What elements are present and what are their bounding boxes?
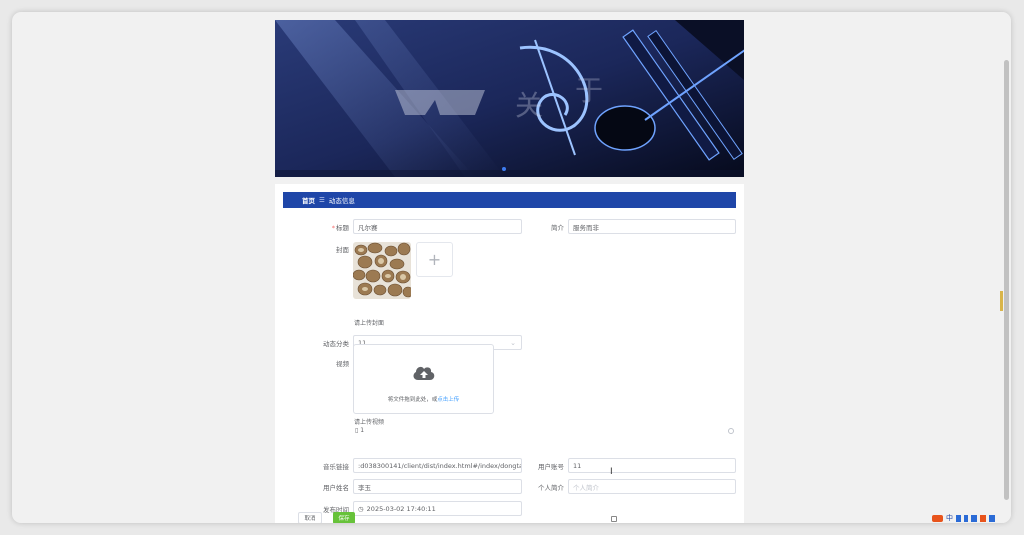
video-label: 视频 xyxy=(336,360,349,368)
uploaded-file-item[interactable]: ▯ 1 xyxy=(355,427,364,434)
required-asterisk-icon: * xyxy=(331,224,335,232)
breadcrumb-home[interactable]: 首页 xyxy=(302,195,315,205)
click-upload-link[interactable]: 点击上传 xyxy=(437,397,459,403)
category-label: 动态分类 xyxy=(323,340,349,348)
bio-label: 个人简介 xyxy=(538,484,564,492)
banner-image: 关 于 xyxy=(275,20,744,177)
summary-input[interactable]: 服务而非 xyxy=(568,219,736,234)
browser-window: 关 于 首页 ☰ 动态信息 *标题 凡尔赛 简介 服务而非 封面 + 请上传封面… xyxy=(12,12,1011,523)
title-input[interactable]: 凡尔赛 xyxy=(353,219,522,234)
publish-time-input[interactable]: ◷ 2025-03-02 17:40:11 xyxy=(353,501,522,516)
save-button[interactable]: 保存 xyxy=(333,512,355,523)
breadcrumb-current: 动态信息 xyxy=(328,197,355,205)
text-cursor-icon: I xyxy=(610,467,613,477)
user-name-label: 用户姓名 xyxy=(323,484,349,492)
ime-indicator[interactable]: 中 xyxy=(946,515,953,522)
cloud-upload-icon xyxy=(413,366,435,380)
svg-text:关: 关 xyxy=(515,89,543,122)
side-marker xyxy=(1000,291,1003,311)
section-gap xyxy=(275,177,744,184)
file-status-icon[interactable] xyxy=(728,428,734,434)
cover-label: 封面 xyxy=(336,246,349,254)
punctuation-icon[interactable] xyxy=(956,515,961,522)
user-account-label: 用户账号 xyxy=(538,463,564,471)
publish-time-value: 2025-03-02 17:40:11 xyxy=(366,504,436,513)
cover-thumbnail xyxy=(353,242,411,299)
skin-icon[interactable] xyxy=(980,515,986,522)
cancel-button[interactable]: 取消 xyxy=(298,512,322,523)
bio-input[interactable]: 个人简介 xyxy=(568,479,736,494)
user-name-input[interactable]: 李玉 xyxy=(353,479,522,494)
breadcrumb: 首页 ☰ 动态信息 xyxy=(283,192,736,208)
system-tray: 中 xyxy=(932,513,995,524)
chevron-down-icon: ⌄ xyxy=(510,339,516,347)
cover-tip: 请上传封面 xyxy=(354,320,385,327)
clock-icon: ◷ xyxy=(358,504,364,513)
breadcrumb-separator-icon: ☰ xyxy=(319,196,325,204)
user-account-input[interactable]: 11 xyxy=(568,458,736,473)
cover-image[interactable] xyxy=(353,242,411,299)
music-link-label: 音乐链接 xyxy=(323,463,349,471)
scrollbar-thumb[interactable] xyxy=(1004,60,1009,500)
dropzone-text: 将文件拖到此处，或点击上传 xyxy=(387,397,460,403)
svg-text:于: 于 xyxy=(575,74,603,107)
plus-icon: + xyxy=(427,250,442,269)
page-content: 关 于 首页 ☰ 动态信息 *标题 凡尔赛 简介 服务而非 封面 + 请上传封面… xyxy=(275,20,744,523)
music-link-input[interactable]: :d038300141/client/dist/index.html#/inde… xyxy=(353,458,522,473)
keyboard-icon[interactable] xyxy=(971,515,977,522)
carousel-indicator[interactable] xyxy=(502,167,506,171)
video-upload-dropzone[interactable]: 将文件拖到此处，或点击上传 xyxy=(353,344,494,414)
video-tip: 请上传视频 xyxy=(354,419,385,426)
summary-label: 简介 xyxy=(551,224,564,232)
banner-carousel[interactable]: 关 于 xyxy=(275,20,744,177)
toolbox-icon[interactable] xyxy=(989,515,995,522)
vertical-scrollbar[interactable] xyxy=(1003,12,1011,523)
lock-icon xyxy=(611,516,617,522)
add-cover-button[interactable]: + xyxy=(416,242,453,277)
sogou-icon[interactable] xyxy=(932,515,943,522)
microphone-icon[interactable] xyxy=(964,515,968,522)
title-label: *标题 xyxy=(331,224,349,232)
